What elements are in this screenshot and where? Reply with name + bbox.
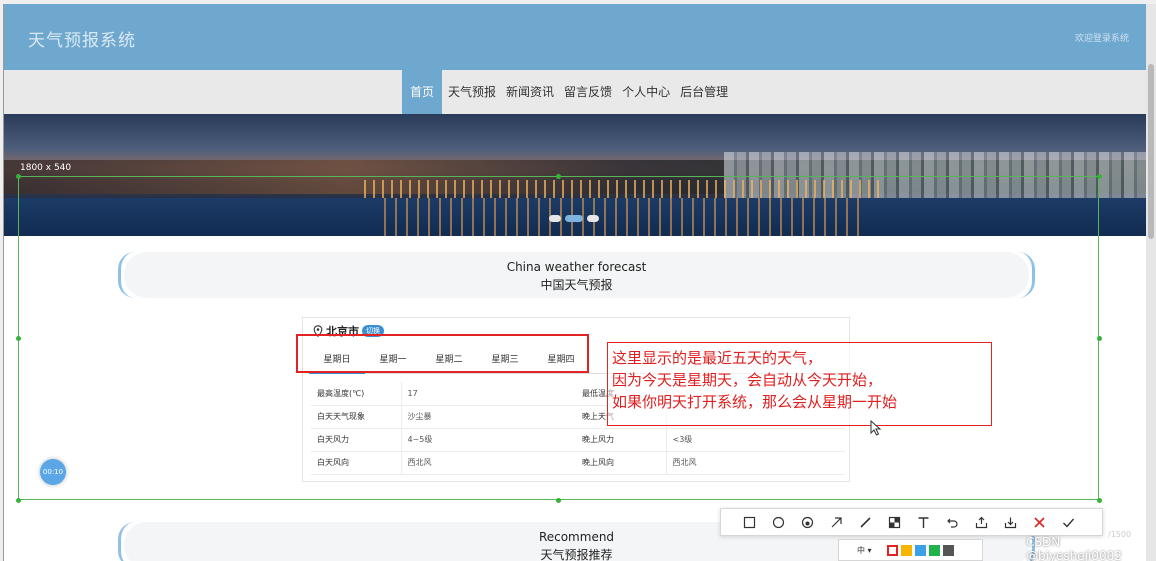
annotation-line: 这里显示的是最近五天的天气， (612, 349, 823, 367)
mosaic-icon (888, 516, 901, 528)
annotation-line: 如果你明天打开系统，那么会从星期一开始 (612, 393, 898, 411)
annotation-line: 因为今天是星期天，会自动从今天开始， (612, 371, 883, 389)
cancel-tool[interactable] (1025, 508, 1054, 536)
marker-icon (801, 516, 814, 528)
nav-item-feedback[interactable]: 留言反馈 (560, 70, 616, 114)
ellipse-icon (772, 516, 785, 528)
nav-item-forecast[interactable]: 天气预报 (444, 70, 500, 114)
capture-size-label: 1800 x 540 (20, 163, 72, 173)
color-swatch-blue[interactable] (914, 544, 926, 556)
tool-options-bar: 中 ▾ (838, 539, 983, 561)
site-header: 天气预报系统 欢迎登录系统 (4, 4, 1146, 70)
mouse-cursor-icon (870, 420, 882, 436)
main-nav: 首页 天气预报 新闻资讯 留言反馈 个人中心 后台管理 (4, 70, 1146, 114)
undo-tool[interactable] (938, 508, 967, 536)
resize-handle[interactable] (16, 174, 21, 179)
download-icon (1004, 517, 1017, 528)
undo-icon (947, 518, 958, 528)
nav-item-admin[interactable]: 后台管理 (676, 70, 732, 114)
header-user-link[interactable]: 欢迎登录系统 (1075, 31, 1129, 44)
site-brand[interactable]: 天气预报系统 (28, 26, 136, 51)
color-swatch-gray[interactable] (942, 544, 954, 556)
text-icon (918, 516, 929, 528)
nav-item-profile[interactable]: 个人中心 (618, 70, 674, 114)
text-tool[interactable] (909, 508, 938, 536)
arrow-tool[interactable] (822, 508, 851, 536)
csdn-watermark: CSDN @biyesheji0002 (1026, 535, 1122, 561)
screenshot-toolbar (720, 508, 1103, 536)
annotation-text-box: 这里显示的是最近五天的天气， 因为今天是星期天，会自动从今天开始， 如果你明天打… (607, 342, 992, 426)
resize-handle[interactable] (556, 174, 561, 179)
rectangle-tool[interactable] (735, 508, 764, 536)
pen-tool[interactable] (851, 508, 880, 536)
resize-handle[interactable] (1097, 498, 1102, 503)
marker-tool[interactable] (793, 508, 822, 536)
color-swatch-red[interactable] (886, 544, 898, 556)
pen-icon (860, 516, 871, 528)
resize-handle[interactable] (556, 498, 561, 503)
color-swatch-yellow[interactable] (900, 544, 912, 556)
scrollbar-thumb[interactable] (1148, 64, 1154, 239)
resize-handle[interactable] (1097, 336, 1102, 341)
rectangle-icon (743, 516, 756, 528)
nav-item-news[interactable]: 新闻资讯 (502, 70, 558, 114)
download-tool[interactable] (996, 508, 1025, 536)
font-size-select[interactable]: 中 ▾ (857, 545, 872, 556)
arrow-icon (831, 516, 842, 527)
page-scrollbar[interactable] (1146, 4, 1156, 561)
annotation-rectangle (296, 334, 589, 373)
confirm-tool[interactable] (1054, 508, 1083, 536)
nav-item-home[interactable]: 首页 (402, 70, 443, 114)
mosaic-tool[interactable] (880, 508, 909, 536)
confirm-icon (1063, 518, 1075, 528)
share-icon (975, 516, 988, 528)
cancel-icon (1034, 516, 1045, 528)
resize-handle[interactable] (1097, 174, 1102, 179)
resize-handle[interactable] (16, 336, 21, 341)
resize-handle[interactable] (16, 498, 21, 503)
share-tool[interactable] (967, 508, 996, 536)
ellipse-tool[interactable] (764, 508, 793, 536)
color-swatch-green[interactable] (928, 544, 940, 556)
